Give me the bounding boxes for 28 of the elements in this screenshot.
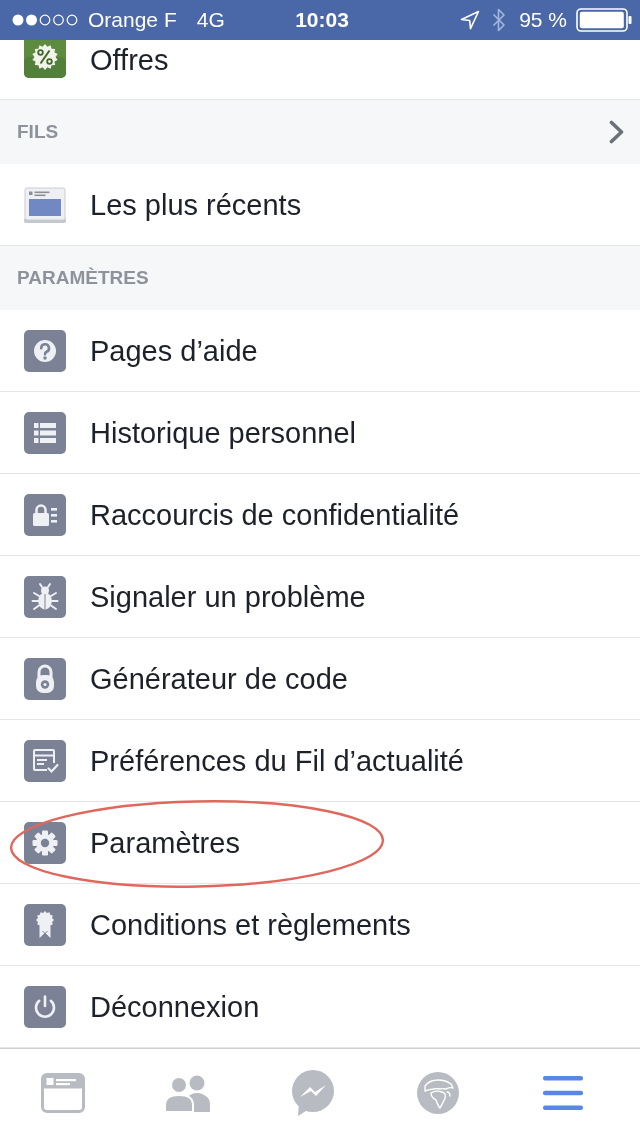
news-feed-icon xyxy=(40,1072,85,1113)
carrier-name: Orange F xyxy=(88,7,177,33)
section-title: FILS xyxy=(17,120,59,144)
chevron-right-icon[interactable] xyxy=(609,120,624,144)
signal-strength-icon xyxy=(12,14,79,26)
menu-item[interactable]: Offres xyxy=(0,40,640,100)
help-icon xyxy=(24,329,66,372)
gear-icon xyxy=(24,821,66,864)
two-people-icon xyxy=(163,1073,212,1112)
section-title: PARAMÈTRES xyxy=(17,266,149,290)
percent-badge-icon xyxy=(24,40,66,78)
combination-lock-icon xyxy=(24,657,66,700)
globe-icon xyxy=(416,1071,459,1114)
location-arrow-icon xyxy=(460,10,481,30)
power-icon xyxy=(24,985,66,1028)
clock: 10:03 xyxy=(295,7,349,33)
network-type: 4G xyxy=(196,7,225,33)
award-ribbon-icon xyxy=(24,903,66,946)
menu-icon xyxy=(542,1075,583,1110)
bluetooth-icon xyxy=(492,8,507,32)
bug-icon xyxy=(24,575,66,618)
battery-percentage: 95 % xyxy=(519,7,567,33)
chat-bubble-icon xyxy=(290,1069,335,1116)
list-icon xyxy=(24,411,66,454)
battery-icon xyxy=(576,8,632,32)
news-feed-icon xyxy=(24,186,66,223)
window-checkmark-icon xyxy=(24,739,66,782)
padlock-list-icon xyxy=(24,493,66,536)
